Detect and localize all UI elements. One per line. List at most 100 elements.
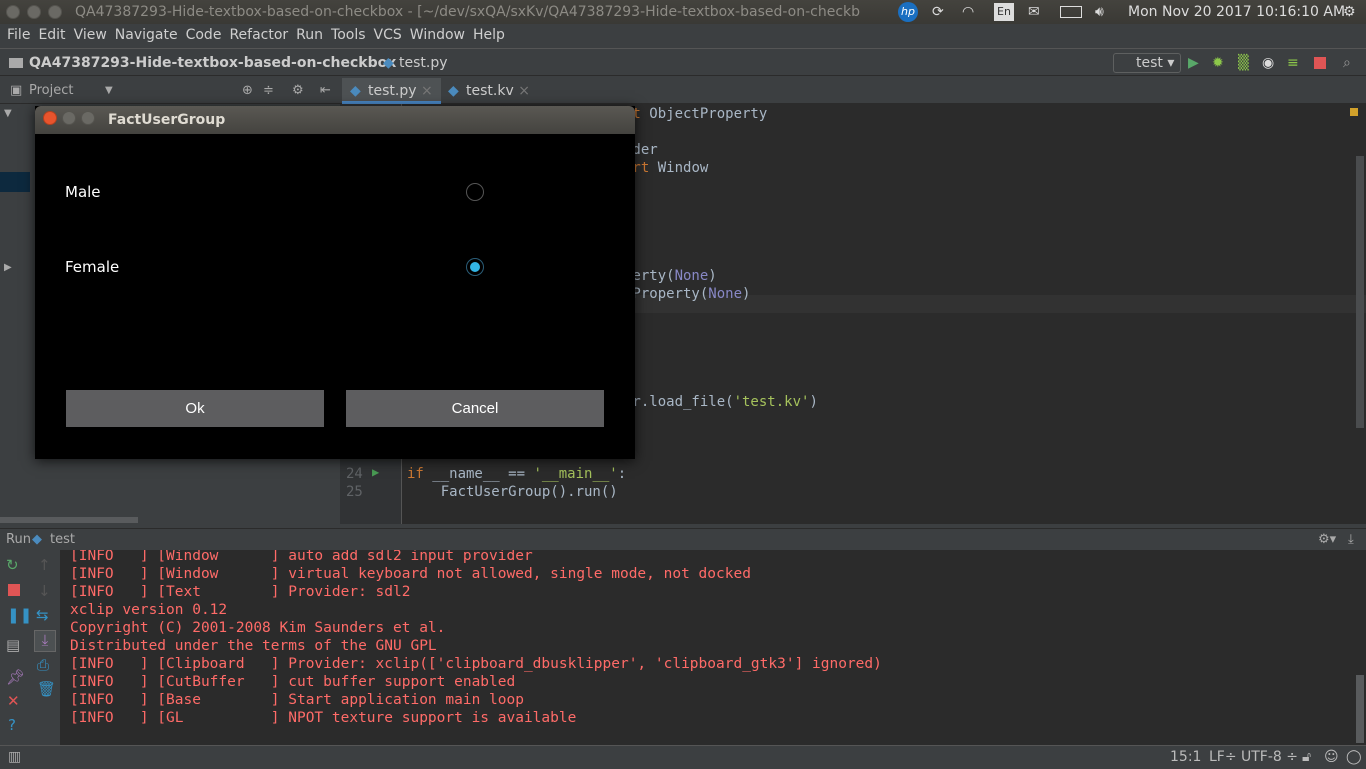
menu-tools[interactable]: Tools (331, 27, 366, 43)
hide-panel-icon[interactable]: ⤓ (1348, 529, 1354, 551)
menu-bar: File Edit View Navigate Code Refactor Run Tools… (0, 24, 1366, 46)
menu-navigate[interactable]: Navigate (115, 27, 178, 43)
breadcrumb-project[interactable]: QA47387293-Hide-textbox-based-on-checkbo… (29, 49, 396, 77)
run-config-label: test (1136, 55, 1163, 71)
sync-icon[interactable]: ⟳ (932, 0, 944, 24)
mail-icon[interactable]: ✉ (1028, 0, 1040, 24)
locate-icon[interactable]: ⊕ (242, 78, 253, 104)
code-text: er.load_file( (624, 394, 734, 410)
scroll-to-end-icon[interactable]: ⤓ (34, 630, 56, 652)
vertical-scrollbar[interactable] (1356, 156, 1364, 428)
close-icon[interactable]: ✕ (7, 692, 20, 710)
tool-windows-icon[interactable]: ▥ (8, 746, 21, 769)
help-icon[interactable]: ? (8, 716, 16, 734)
menu-refactor[interactable]: Refactor (229, 27, 288, 43)
menu-run[interactable]: Run (296, 27, 323, 43)
code-text: : (617, 466, 627, 482)
tab-label: test.py (368, 83, 417, 99)
debug-icon[interactable]: ✹ (1212, 49, 1224, 77)
caret-position[interactable]: 15:1 (1170, 746, 1201, 769)
dialog-maximize-button[interactable] (81, 111, 95, 125)
stop-icon[interactable] (8, 584, 20, 596)
selected-row[interactable] (0, 172, 30, 192)
close-icon[interactable]: × (421, 83, 433, 99)
menu-code[interactable]: Code (186, 27, 222, 43)
project-view-select[interactable]: Project (29, 78, 73, 104)
menu-help[interactable]: Help (473, 27, 505, 43)
close-window-button[interactable] (6, 5, 20, 19)
lock-icon[interactable]: 🔓︎ (1302, 746, 1311, 769)
menu-edit[interactable]: Edit (38, 27, 65, 43)
radio-male[interactable] (466, 183, 484, 201)
menu-window[interactable]: Window (410, 27, 465, 43)
run-icon[interactable]: ▶ (1188, 49, 1199, 77)
ok-button[interactable]: Ok (66, 390, 324, 427)
maximize-window-button[interactable] (48, 5, 62, 19)
menu-vcs[interactable]: VCS (374, 27, 402, 43)
event-log-icon[interactable]: ◯ (1346, 746, 1362, 769)
console-line: Copyright (C) 2001-2008 Kim Saunders et … (70, 620, 446, 636)
profile-icon[interactable]: ◉ (1262, 49, 1274, 77)
pin-icon[interactable]: 📌︎ (6, 668, 25, 686)
volume-icon[interactable]: 🔊︎ (1095, 0, 1104, 24)
wifi-icon[interactable]: ◠ (962, 0, 974, 24)
cancel-button[interactable]: Cancel (346, 390, 604, 427)
console-output[interactable]: [INFO ] [Window ] auto add sdl2 input pr… (60, 550, 1366, 745)
menu-file[interactable]: File (7, 27, 30, 43)
python-file-icon: ◆ (383, 55, 394, 71)
radio-female[interactable] (466, 258, 484, 276)
code-text: None (708, 286, 743, 302)
hp-icon[interactable]: hp (898, 2, 918, 22)
coverage-icon[interactable]: ▒ (1238, 49, 1249, 77)
close-icon[interactable]: × (518, 83, 530, 99)
chevron-down-icon[interactable]: ▼ (105, 78, 113, 104)
breadcrumb-file[interactable]: test.py (399, 49, 448, 77)
power-icon[interactable]: ⚙ (1343, 0, 1356, 24)
gear-icon[interactable]: ⚙ (292, 78, 304, 104)
gear-icon[interactable]: ⚙▾ (1318, 529, 1336, 551)
python-icon: ◆ (32, 532, 42, 547)
option-label-female: Female (65, 258, 120, 276)
print-icon[interactable]: ⎙ (37, 656, 49, 674)
up-arrow-icon[interactable]: ↑ (38, 556, 51, 574)
pause-icon[interactable]: ❚❚ (7, 606, 32, 624)
tab-test-kv[interactable]: ◆ test.kv × (440, 78, 538, 104)
down-arrow-icon[interactable]: ↓ (38, 582, 51, 600)
run-config-select[interactable]: test ▾ (1113, 53, 1181, 73)
radio-selected-dot (470, 262, 480, 272)
stop-icon[interactable] (1314, 57, 1326, 69)
hide-icon[interactable]: ⇤ (320, 78, 331, 104)
expand-icon[interactable]: ▼ (4, 108, 12, 119)
battery-icon[interactable] (1060, 6, 1082, 18)
concurrency-icon[interactable]: ≡ (1287, 49, 1299, 77)
code-text: tProperty( (624, 286, 709, 302)
option-label-male: Male (65, 183, 101, 201)
dialog-minimize-button[interactable] (62, 111, 76, 125)
layout-icon[interactable]: ▤ (6, 636, 20, 654)
trash-icon[interactable]: 🗑︎ (37, 680, 56, 698)
console-scrollbar[interactable] (1356, 675, 1364, 743)
dialog-close-button[interactable] (43, 111, 57, 125)
console-line: xclip version 0.12 (70, 602, 228, 618)
line-separator[interactable]: LF÷ (1209, 746, 1237, 769)
code-text: ) (708, 268, 717, 284)
expand-icon[interactable]: ▶ (4, 262, 12, 273)
keyboard-layout[interactable]: En (994, 3, 1014, 21)
file-encoding[interactable]: UTF-8 ÷ (1241, 746, 1298, 769)
code-text: Window (649, 160, 709, 176)
horizontal-scrollbar[interactable] (0, 517, 138, 523)
rerun-icon[interactable]: ↻ (6, 556, 19, 574)
line-number: 25 (346, 484, 363, 500)
folder-icon (9, 58, 23, 68)
minimize-window-button[interactable] (27, 5, 41, 19)
soft-wrap-icon[interactable]: ⇆ (36, 606, 49, 624)
search-icon[interactable]: ⌕ (1343, 49, 1351, 77)
inspector-icon[interactable]: ☺ (1324, 746, 1339, 769)
collapse-icon[interactable]: ≑ (263, 78, 274, 104)
run-gutter-icon[interactable]: ▶ (372, 465, 379, 479)
run-config-name[interactable]: test (50, 529, 75, 551)
inspection-indicator[interactable] (1350, 108, 1358, 116)
tab-test-py[interactable]: ◆ test.py × (342, 78, 441, 104)
clock[interactable]: Mon Nov 20 2017 10:16:10 AM (1128, 0, 1345, 24)
menu-view[interactable]: View (74, 27, 107, 43)
